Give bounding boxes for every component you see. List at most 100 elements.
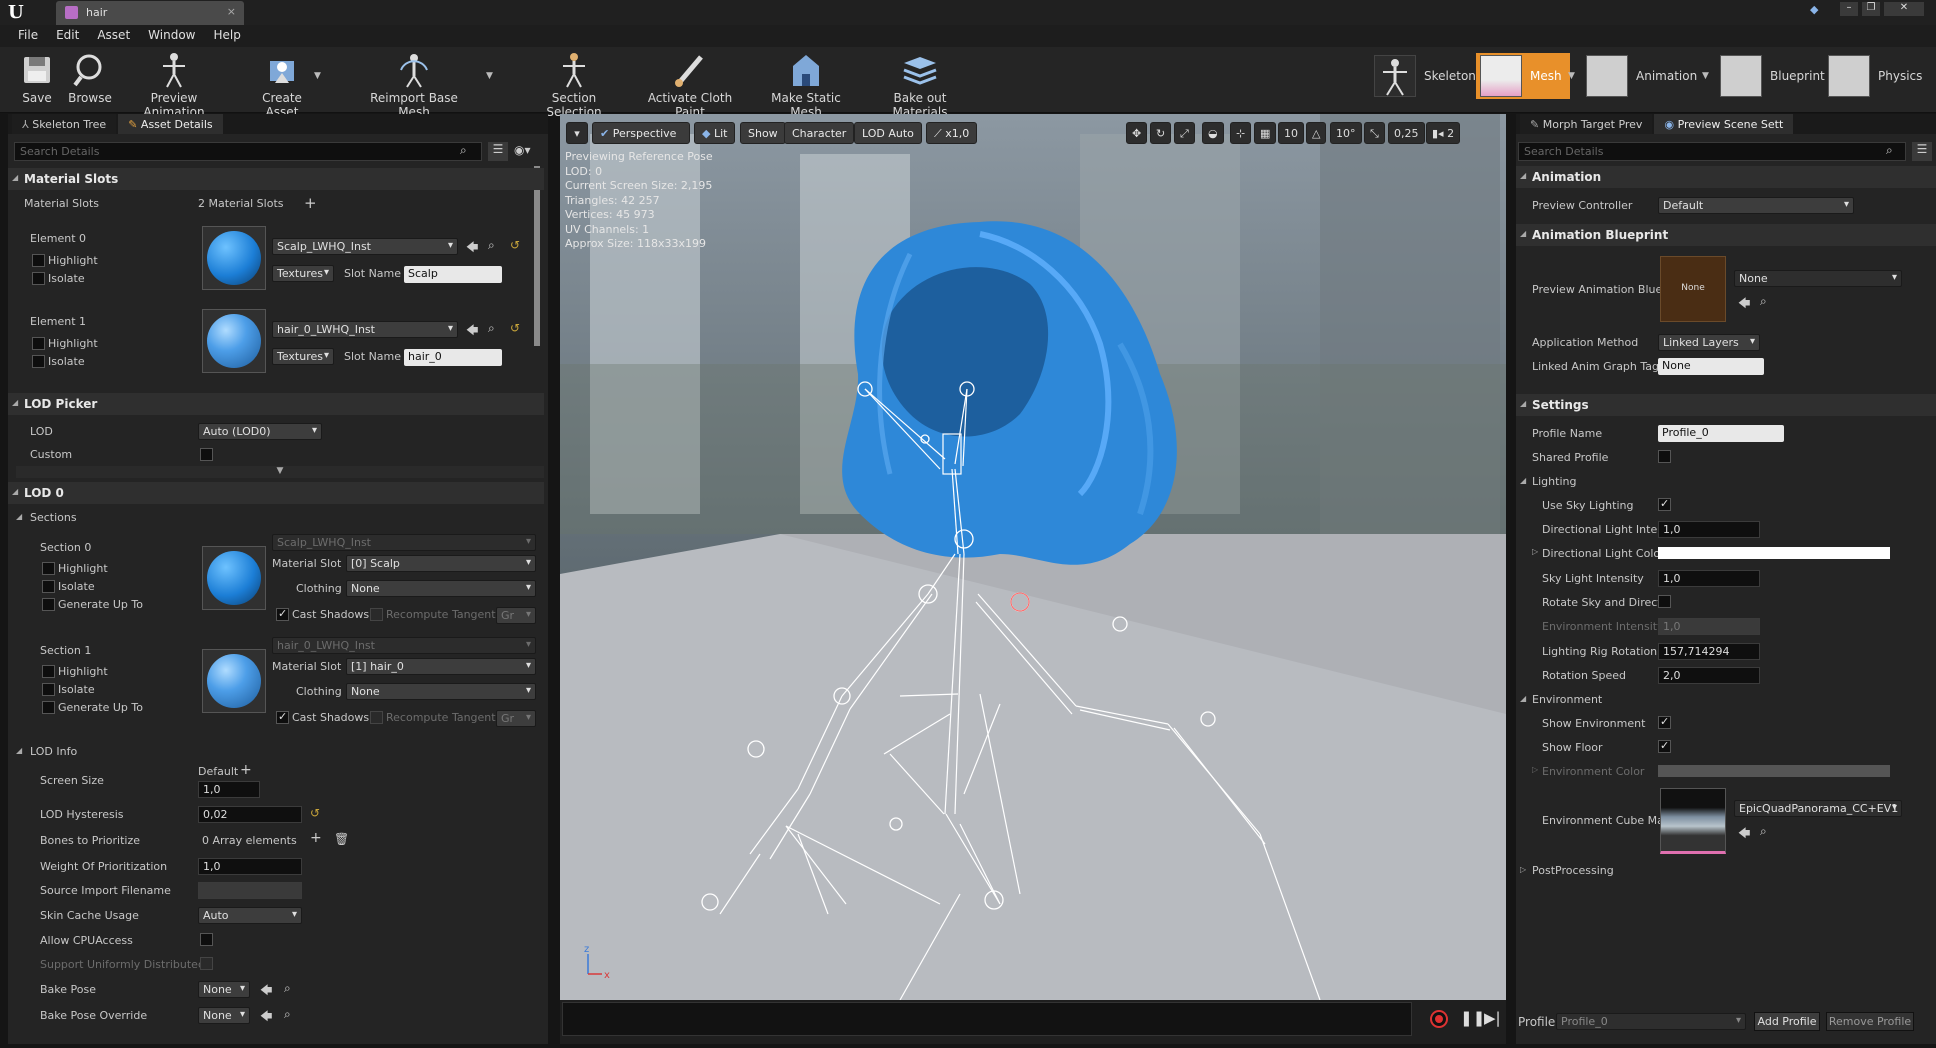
add-screen-size-icon[interactable]: + — [240, 762, 252, 778]
browse-asset-icon[interactable]: ⌕ — [1760, 824, 1767, 839]
allow-cpu-checkbox[interactable] — [200, 933, 213, 946]
scalp-material-thumbnail[interactable] — [202, 226, 266, 290]
browse-asset-icon[interactable]: ⌕ — [284, 1007, 291, 1022]
tab-skeleton-tree[interactable]: ⅄ Skeleton Tree — [12, 114, 117, 134]
section-1-highlight-checkbox[interactable] — [42, 665, 55, 678]
section-0-isolate-checkbox[interactable] — [42, 580, 55, 593]
section-0-cast-shadows-checkbox[interactable] — [276, 607, 289, 621]
profile-footer-combo[interactable]: Profile_0 — [1556, 1013, 1746, 1030]
section-0-recompute-checkbox[interactable] — [370, 608, 383, 621]
section-1-clothing-combo[interactable]: None — [346, 683, 536, 700]
postprocessing-expand-icon[interactable]: ▷ — [1520, 865, 1526, 874]
mode-animation[interactable]: Animation — [1586, 53, 1697, 99]
section-0-recompute-combo[interactable]: Gr — [496, 607, 536, 624]
lod-combo[interactable]: Auto (LOD0) — [198, 423, 322, 440]
details-search-input[interactable]: Search Details — [14, 142, 482, 161]
environment-intensity-field[interactable]: 1,0 — [1658, 618, 1760, 635]
menu-asset[interactable]: Asset — [97, 28, 130, 47]
element-1-isolate-checkbox[interactable] — [32, 355, 45, 368]
rotate-tool-icon[interactable]: ↻ — [1150, 122, 1172, 144]
settings-header[interactable]: Settings — [1516, 394, 1936, 416]
perspective-button[interactable]: ✔ Perspective — [592, 122, 690, 144]
playback-speed-button[interactable]: ⟋ x1,0 — [926, 122, 978, 144]
document-tab[interactable]: hair × — [56, 1, 244, 25]
lit-button[interactable]: ◆ Lit — [694, 122, 736, 144]
lighting-expand-icon[interactable]: ◢ — [1520, 476, 1526, 485]
section-1-recompute-checkbox[interactable] — [370, 711, 383, 724]
browse-asset-icon[interactable]: ⌕ — [488, 321, 495, 336]
anim-bp-thumbnail[interactable]: None — [1660, 256, 1726, 322]
hair-material-thumbnail[interactable] — [202, 309, 266, 373]
make-static-mesh-button[interactable]: Make Static Mesh — [758, 51, 854, 119]
tab-preview-scene[interactable]: ◉ Preview Scene Sett — [1654, 114, 1794, 134]
show-button[interactable]: Show — [740, 122, 786, 144]
element-0-slot-name-field[interactable]: Scalp — [404, 266, 502, 283]
section-0-generate-checkbox[interactable] — [42, 598, 55, 611]
lod0-header[interactable]: LOD 0 — [8, 482, 544, 504]
anim-bp-combo[interactable]: None — [1734, 270, 1902, 287]
browse-asset-icon[interactable]: ⌕ — [488, 238, 495, 253]
element-0-textures-combo[interactable]: Textures — [272, 265, 334, 282]
activate-cloth-paint-button[interactable]: Activate Cloth Paint — [634, 51, 746, 119]
notification-icon[interactable]: ◆ — [1810, 3, 1818, 16]
sky-light-intensity-field[interactable]: 1,0 — [1658, 570, 1760, 587]
translate-tool-icon[interactable]: ✥ — [1126, 122, 1148, 144]
show-floor-checkbox[interactable] — [1658, 739, 1671, 753]
rotation-snap-icon[interactable]: △ — [1306, 122, 1327, 144]
element-1-highlight-checkbox[interactable] — [32, 337, 45, 350]
element-1-material-combo[interactable]: hair_0_LWHQ_Inst — [272, 321, 458, 338]
use-selected-arrow-icon[interactable]: 🡄 — [1738, 824, 1750, 845]
surface-snap-icon[interactable]: ⊹ — [1230, 122, 1252, 144]
weight-prioritization-field[interactable]: 1,0 — [198, 858, 302, 875]
element-0-highlight-checkbox[interactable] — [32, 254, 45, 267]
shared-profile-checkbox[interactable] — [1658, 450, 1671, 463]
hysteresis-field[interactable]: 0,02 — [198, 806, 302, 823]
animation-header[interactable]: Animation — [1516, 166, 1936, 188]
mode-skeleton[interactable]: Skeleton — [1374, 53, 1476, 99]
grid-snap-value[interactable]: 10 — [1278, 122, 1304, 144]
rotation-snap-value[interactable]: 10° — [1330, 122, 1362, 144]
environment-expand-icon[interactable]: ◢ — [1520, 694, 1526, 703]
view-options-icon[interactable]: ☰ — [488, 142, 508, 161]
bake-out-materials-button[interactable]: Bake out Materials — [866, 51, 974, 119]
mode-mesh[interactable]: Mesh — [1476, 53, 1570, 99]
use-selected-arrow-icon[interactable]: 🡄 — [466, 238, 478, 259]
grid-snap-icon[interactable]: ▦ — [1254, 122, 1277, 144]
element-1-slot-name-field[interactable]: hair_0 — [404, 349, 502, 366]
create-asset-button[interactable]: Create Asset — [244, 51, 320, 119]
lod-picker-header[interactable]: LOD Picker — [8, 393, 544, 415]
mode-blueprint[interactable]: Blueprint — [1720, 53, 1825, 99]
section-0-highlight-checkbox[interactable] — [42, 562, 55, 575]
dir-light-color-swatch[interactable] — [1658, 547, 1890, 559]
menu-help[interactable]: Help — [213, 28, 240, 47]
record-button[interactable] — [1430, 1010, 1448, 1028]
support-distributed-checkbox[interactable] — [200, 957, 213, 970]
application-method-combo[interactable]: Linked Layers — [1658, 334, 1760, 351]
mesh-mode-dropdown-icon[interactable]: ▼ — [1568, 71, 1575, 81]
screen-size-field[interactable]: 1,0 — [198, 781, 260, 798]
view-options-icon[interactable]: ☰ — [1912, 142, 1932, 161]
environment-color-swatch[interactable] — [1658, 765, 1890, 777]
menu-window[interactable]: Window — [148, 28, 195, 47]
cube-map-thumbnail[interactable] — [1660, 788, 1726, 854]
section-1-cast-shadows-checkbox[interactable] — [276, 710, 289, 724]
section-0-material-slot-combo[interactable]: [0] Scalp — [346, 555, 536, 572]
element-0-material-combo[interactable]: Scalp_LWHQ_Inst — [272, 238, 458, 255]
step-forward-button[interactable]: ▶| — [1484, 1009, 1501, 1027]
element-0-isolate-checkbox[interactable] — [32, 272, 45, 285]
browse-button[interactable]: Browse — [64, 51, 116, 105]
tab-morph-target[interactable]: ✎ Morph Target Prev — [1520, 114, 1653, 134]
dir-light-intensity-field[interactable]: 1,0 — [1658, 521, 1760, 538]
section-1-thumbnail[interactable] — [202, 649, 266, 713]
menu-edit[interactable]: Edit — [56, 28, 79, 47]
character-button[interactable]: Character — [784, 122, 855, 144]
lighting-rig-rotation-field[interactable]: 157,714294 — [1658, 643, 1760, 660]
remove-profile-button[interactable]: Remove Profile — [1826, 1012, 1914, 1031]
scale-snap-value[interactable]: 0,25 — [1388, 122, 1425, 144]
bake-pose-combo[interactable]: None — [198, 981, 250, 998]
use-sky-lighting-checkbox[interactable] — [1658, 497, 1671, 511]
create-asset-dropdown-icon[interactable]: ▼ — [314, 71, 321, 81]
custom-checkbox[interactable] — [200, 448, 213, 461]
show-environment-checkbox[interactable] — [1658, 715, 1671, 729]
rotate-sky-checkbox[interactable] — [1658, 595, 1671, 608]
